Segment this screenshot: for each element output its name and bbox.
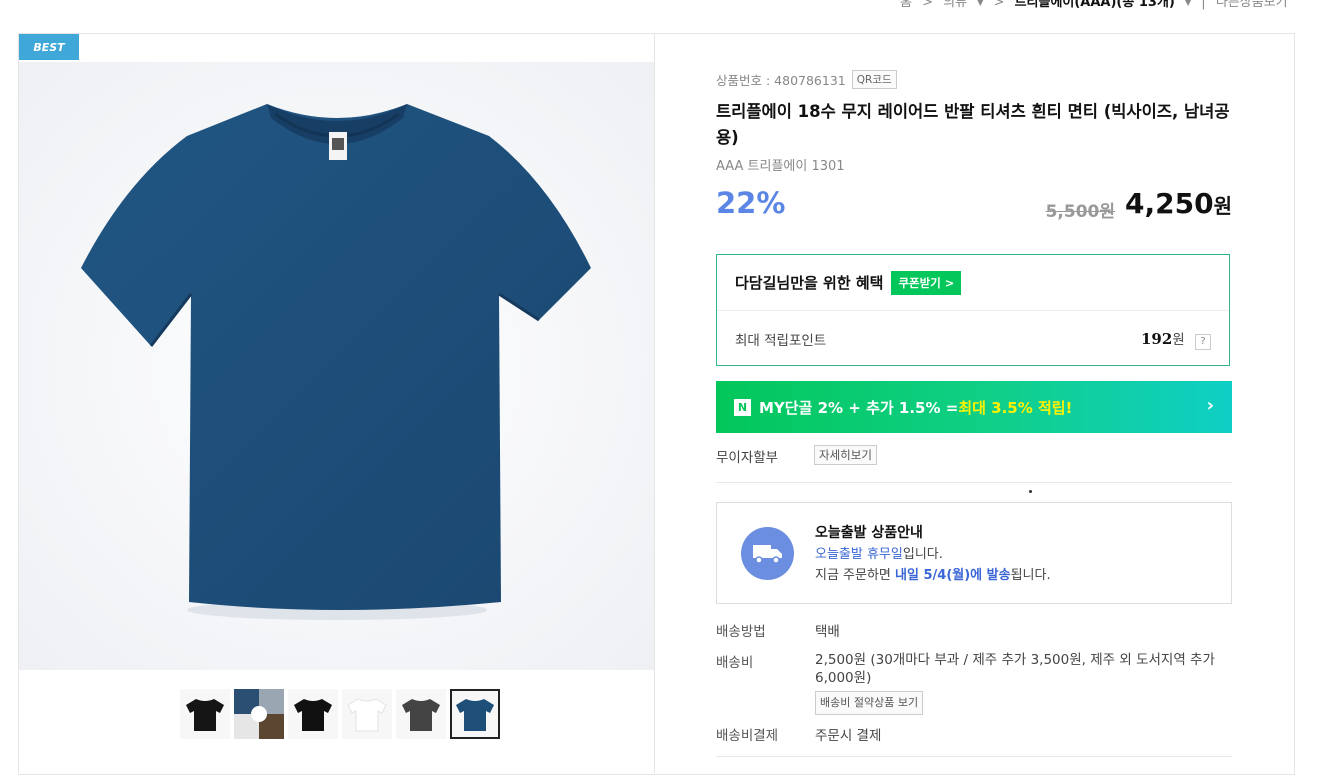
thumbnail-black-2[interactable] <box>288 689 338 739</box>
product-subtitle: AAA 트리플에이 1301 <box>716 159 845 174</box>
final-price: 4,250원 <box>1125 187 1232 220</box>
naver-n-icon: N <box>734 398 751 416</box>
price-row: 22% 5,500원 4,250원 <box>716 182 1232 226</box>
benefit-title: 다담길님만을 위한 혜택 <box>735 274 884 292</box>
breadcrumb-home[interactable]: 홈 <box>900 0 912 10</box>
shipping-text: 오늘출발 상품안내 오늘출발 휴무일입니다. 지금 주문하면 내일 5/4(월)… <box>815 525 1051 583</box>
qr-code-button[interactable]: QR코드 <box>851 70 897 89</box>
today-shipping-box: 오늘출발 상품안내 오늘출발 휴무일입니다. 지금 주문하면 내일 5/4(월)… <box>716 502 1232 604</box>
product-number: 상품번호 : 480786131 <box>716 73 846 88</box>
coupon-button[interactable]: 쿠폰받기 > <box>891 270 962 295</box>
breadcrumb: 홈 > 의류 ▼ > 트리플에이(AAA)(총 13개) ▼ | 다른상품보기 <box>900 0 1294 10</box>
other-products-link[interactable]: 다른상품보기 <box>1216 0 1288 10</box>
benefit-header: 다담길님만을 위한 혜택 쿠폰받기 > <box>717 255 1229 311</box>
thumbnail-navy[interactable] <box>450 689 500 739</box>
thumbnail-black[interactable] <box>180 689 230 739</box>
point-value: 192 <box>1140 329 1173 348</box>
thumbnail-charcoal[interactable] <box>396 689 446 739</box>
product-title: 트리플에이 18수 무지 레이어드 반팔 티셔츠 흰티 면티 (빅사이즈, 남녀… <box>716 102 1230 147</box>
tshirt-icon <box>452 691 498 737</box>
save-shipping-products-button[interactable]: 배송비 절약상품 보기 <box>815 691 924 715</box>
banner-text: MY단골 2% + 추가 1.5% = <box>759 398 959 417</box>
main-product-image[interactable] <box>19 62 654 670</box>
benefit-box: 다담길님만을 위한 혜택 쿠폰받기 > 최대 적립포인트 192원 ? <box>716 254 1230 366</box>
installment-row: 무이자할부 자세히보기 <box>716 445 1232 466</box>
dot <box>1029 490 1032 493</box>
holiday-text: 오늘출발 휴무일 <box>815 547 903 562</box>
tshirt-icon <box>288 689 338 739</box>
breadcrumb-category[interactable]: 의류 <box>943 0 967 10</box>
ship-date: 내일 5/4(월)에 발송 <box>895 568 1011 583</box>
photo-collage-icon <box>234 689 284 739</box>
divider <box>716 756 1232 757</box>
delivery-method-value: 택배 <box>815 624 840 640</box>
delivery-method-label: 배송방법 <box>716 624 766 640</box>
best-badge: BEST <box>19 34 79 60</box>
divider <box>654 33 655 773</box>
my-regular-banner[interactable]: N MY단골 2% + 추가 1.5% = 최대 3.5% 적립! › <box>716 381 1232 433</box>
original-price: 5,500원 <box>1045 202 1115 222</box>
banner-highlight: 최대 3.5% 적립! <box>958 398 1073 417</box>
tshirt-icon <box>342 689 392 739</box>
truck-icon <box>741 527 794 580</box>
discount-rate: 22% <box>716 186 786 220</box>
divider <box>716 482 1232 483</box>
tshirt-icon <box>396 689 446 739</box>
dropdown-icon[interactable]: ▼ <box>1185 0 1191 7</box>
point-unit: 원 <box>1172 331 1185 348</box>
tshirt-icon <box>180 689 230 739</box>
delivery-fee-value: 2,500원 (30개마다 부과 / 제주 추가 3,500원, 제주 외 도서… <box>815 651 1225 715</box>
point-label: 최대 적립포인트 <box>735 332 827 349</box>
product-number-row: 상품번호 : 480786131 QR코드 <box>716 70 1232 89</box>
thumbnail-list <box>180 689 500 739</box>
product-info: 상품번호 : 480786131 QR코드 트리플에이 18수 무지 레이어드 … <box>716 70 1232 226</box>
help-icon[interactable]: ? <box>1195 333 1211 350</box>
point-row: 최대 적립포인트 192원 ? <box>717 311 1229 366</box>
delivery-payment-label: 배송비결제 <box>716 728 779 744</box>
installment-label: 무이자할부 <box>716 450 779 466</box>
installment-detail-button[interactable]: 자세히보기 <box>814 445 877 465</box>
shipping-title: 오늘출발 상품안내 <box>815 525 923 541</box>
breadcrumb-brand[interactable]: 트리플에이(AAA)(총 13개) <box>1015 0 1175 10</box>
thumbnail-collage[interactable] <box>234 689 284 739</box>
delivery-fee-label: 배송비 <box>716 655 754 671</box>
dropdown-icon[interactable]: ▼ <box>977 0 983 7</box>
chevron-right-icon: › <box>1206 395 1214 416</box>
tshirt-image <box>19 62 654 670</box>
delivery-payment-value: 주문시 결제 <box>815 728 882 744</box>
thumbnail-white[interactable] <box>342 689 392 739</box>
